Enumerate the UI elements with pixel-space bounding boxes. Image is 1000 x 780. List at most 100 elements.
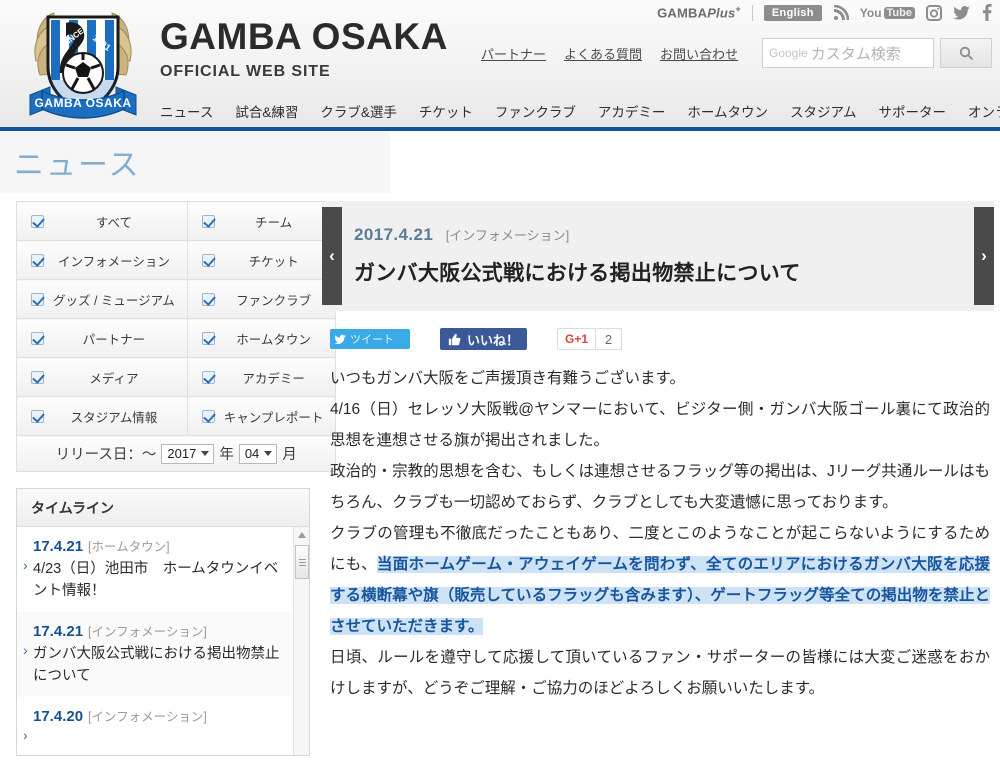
timeline-heading: タイムライン (17, 489, 309, 527)
gamba-plus-superscript: + (735, 4, 741, 15)
nav-item-fanclub[interactable]: ファンクラブ (495, 101, 576, 121)
gamba-plus-link[interactable]: GAMBAPlus+ (657, 4, 741, 20)
month-select[interactable]: 04 (238, 443, 278, 464)
chevron-down-icon (264, 451, 273, 456)
brand-subtitle: OFFICIAL WEB SITE (160, 63, 331, 80)
list-item[interactable]: 17.4.21 [ホームタウン] 4/23（日）池田市 ホームタウンイベント情報！ (17, 527, 291, 612)
checkbox-camp-report[interactable] (201, 409, 215, 423)
twitter-icon[interactable] (953, 5, 971, 21)
checkbox-media[interactable] (31, 370, 44, 384)
article-date: 2017.4.21 (354, 225, 434, 244)
table-row: スタジアム情報 キャンプレポート (16, 396, 337, 436)
search-input[interactable]: Google カスタム検索 (762, 38, 934, 68)
filter-label: メディア (89, 371, 139, 386)
nav-item-hometown[interactable]: ホームタウン (687, 101, 768, 121)
table-row: グッズ / ミュージアム ファンクラブ (16, 279, 337, 319)
article-paragraph: 日頃、ルールを遵守して応援して頂いているファン・サポーターの皆様には大変ご迷惑を… (330, 649, 990, 697)
checkbox-hometown[interactable] (201, 331, 215, 345)
scroll-up-button[interactable] (294, 527, 309, 543)
filter-cell-all[interactable]: すべて (16, 201, 188, 241)
instagram-icon[interactable] (926, 4, 942, 21)
timeline-date: 17.4.21 (33, 622, 84, 640)
nav-item-club-players[interactable]: クラブ&選手 (320, 101, 397, 121)
table-row: すべて チーム (16, 201, 337, 241)
scrollbar-thumb[interactable] (295, 545, 309, 579)
list-item[interactable]: 17.4.21 [インフォメーション] ガンバ大阪公式戦における掲出物禁止について (17, 611, 291, 697)
page-title: ニュース (14, 149, 141, 182)
highlighted-text: 当面ホームゲーム・アウェイゲームを問わず、全てのエリアにおけるガンバ大阪を応援す… (330, 556, 990, 635)
chevron-up-icon (297, 532, 306, 538)
filter-cell-partner[interactable]: パートナー (16, 318, 188, 358)
timeline-date: 17.4.20 (33, 707, 84, 725)
search-button[interactable] (940, 38, 992, 68)
google-label: Google (769, 46, 808, 60)
nav-item-match-training[interactable]: 試合&練習 (235, 101, 298, 121)
sidebar: すべて チーム インフォメーション チケット グッズ / ミュージアム ファンク… (0, 201, 337, 756)
table-row: リリース日：〜 2017 年 04 月 (15, 435, 337, 472)
site-header: SINCE 1991 GAMBA OSAKA GAMBA OSAKA OFFIC… (0, 0, 1000, 131)
tweet-button[interactable]: ツイート (330, 329, 410, 349)
util-link-contact[interactable]: お問い合わせ (660, 44, 738, 63)
checkbox-fanclub[interactable] (201, 292, 215, 306)
filter-cell-goods-museum[interactable]: グッズ / ミュージアム (16, 279, 188, 319)
timeline-category: [インフォメーション] (88, 624, 207, 639)
checkbox-goods-museum[interactable] (31, 292, 44, 306)
filter-label: すべて (95, 215, 132, 230)
checkbox-partner[interactable] (31, 331, 44, 345)
list-item[interactable]: 17.4.20 [インフォメーション] (17, 697, 291, 742)
year-select[interactable]: 2017 (161, 443, 215, 464)
next-article-button[interactable]: › (974, 207, 994, 305)
timeline-title: ガンバ大阪公式戦における掲出物禁止について (33, 645, 280, 685)
article-category: [インフォメーション] (445, 228, 570, 243)
nav-item-academy[interactable]: アカデミー (598, 101, 666, 121)
checkbox-all[interactable] (31, 214, 44, 228)
youtube-icon[interactable]: You Tube (860, 6, 915, 20)
gamba-plus-text: GAMBA (657, 5, 708, 21)
chevron-down-icon (201, 451, 210, 456)
checkbox-information[interactable] (31, 253, 44, 267)
timeline-category: [インフォメーション] (88, 709, 207, 724)
timeline-date: 17.4.21 (33, 538, 84, 555)
gamba-osaka-crest-logo[interactable]: SINCE 1991 GAMBA OSAKA (20, 3, 146, 129)
thumbs-up-icon (448, 333, 461, 345)
google-plus-one-button[interactable]: G+1 (557, 328, 597, 350)
main-navigation: ニュース 試合&練習 クラブ&選手 チケット ファンクラブ アカデミー ホームタ… (160, 101, 1000, 121)
util-link-faq[interactable]: よくある質問 (564, 44, 642, 63)
nav-item-ticket[interactable]: チケット (419, 101, 473, 121)
filter-label: グッズ / ミュージアム (53, 293, 175, 308)
page-title-bar: ニュース (0, 131, 390, 193)
prev-article-button[interactable]: ‹ (322, 207, 342, 305)
article-paragraph: いつもガンバ大阪をご声援頂き有難うございます。 (330, 370, 685, 387)
category-filter-table: すべて チーム インフォメーション チケット グッズ / ミュージアム ファンク… (15, 201, 337, 472)
article-paragraph: 4/16（日）セレッソ大阪戦@ヤンマーにおいて、ビジター側・ガンバ大阪ゴール裏に… (330, 401, 990, 449)
facebook-icon[interactable] (982, 4, 992, 21)
rss-icon[interactable] (833, 4, 849, 21)
filter-cell-stadium-info[interactable]: スタジアム情報 (16, 396, 188, 436)
nav-item-news[interactable]: ニュース (160, 101, 213, 121)
article-paragraph-highlighted: クラブの管理も不徹底だったこともあり、二度とこのようなことが起こらないようにする… (330, 518, 990, 642)
timeline-scrollbar[interactable] (293, 527, 309, 755)
checkbox-academy[interactable] (201, 370, 215, 384)
filter-cell-information[interactable]: インフォメーション (16, 240, 188, 280)
article-body: いつもガンバ大阪をご声援頂き有難うございます。 4/16（日）セレッソ大阪戦@ヤ… (322, 353, 994, 704)
grip-lines-icon (298, 561, 306, 563)
checkbox-ticket[interactable] (201, 253, 215, 267)
util-link-partner[interactable]: パートナー (481, 44, 546, 63)
table-row: インフォメーション チケット (16, 240, 337, 280)
filter-cell-media[interactable]: メディア (16, 357, 188, 397)
english-language-button[interactable]: English (763, 4, 822, 21)
nav-item-supporter[interactable]: サポーター (879, 101, 947, 121)
year-value: 2017 (167, 446, 197, 461)
timeline-body: 17.4.21 [ホームタウン] 4/23（日）池田市 ホームタウンイベント情報！… (17, 527, 309, 755)
search-placeholder: カスタム検索 (810, 45, 901, 63)
nav-item-online-shop[interactable]: オンラインショップ (968, 101, 1000, 121)
nav-item-stadium[interactable]: スタジアム (790, 101, 857, 121)
checkbox-team[interactable] (201, 214, 215, 228)
checkbox-stadium-info[interactable] (31, 409, 44, 423)
facebook-like-button[interactable]: いいね！ (440, 328, 528, 350)
timeline-title: 4/23（日）池田市 ホームタウンイベント情報！ (33, 561, 279, 600)
article-title: ガンバ大阪公式戦における掲出物禁止について (354, 262, 801, 285)
social-share-row: ツイート いいね！ G+1 2 (322, 311, 994, 353)
google-plus-one-widget[interactable]: G+1 2 (557, 328, 623, 350)
gamba-plus-italic: Plus (707, 5, 736, 21)
